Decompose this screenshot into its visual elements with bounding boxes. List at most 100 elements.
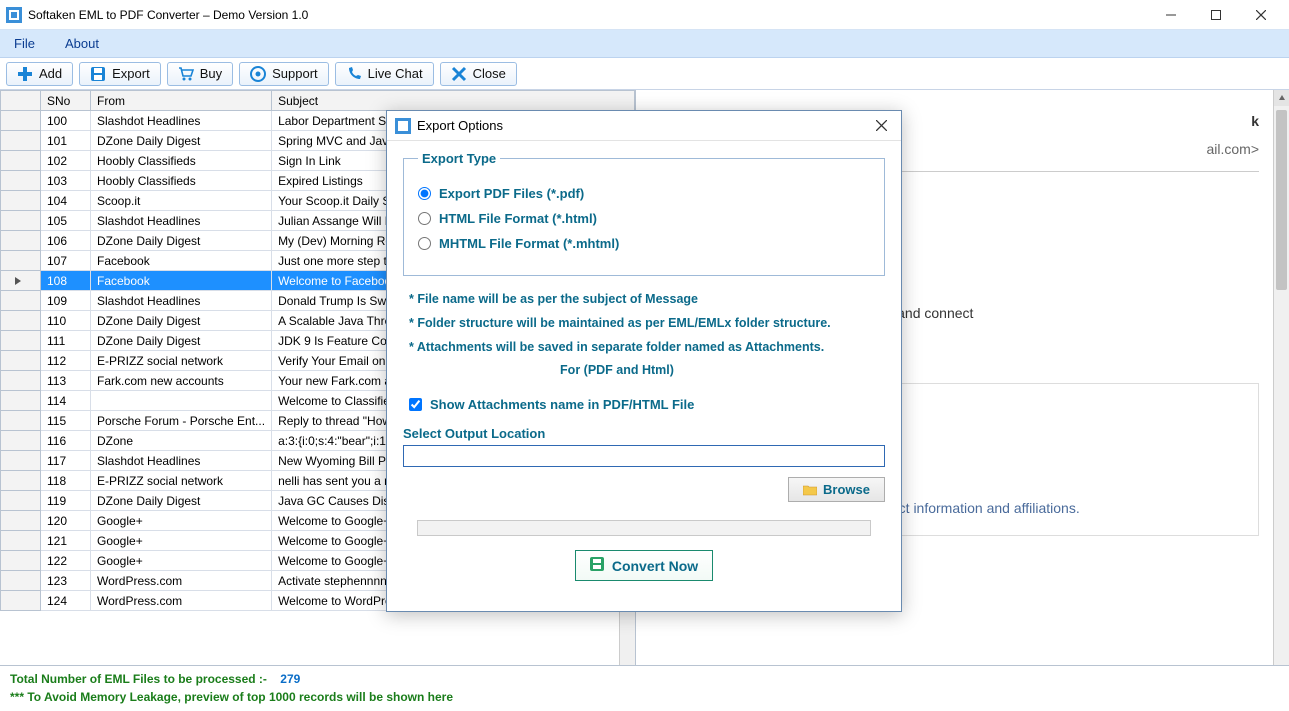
export-type-group: Export Type Export PDF Files (*.pdf) HTM… bbox=[403, 151, 885, 276]
status-total-label: Total Number of EML Files to be processe… bbox=[10, 672, 267, 686]
cell-from: Google+ bbox=[91, 551, 272, 571]
cell-sno: 122 bbox=[41, 551, 91, 571]
row-indicator bbox=[1, 451, 41, 471]
cell-sno: 100 bbox=[41, 111, 91, 131]
menu-about[interactable]: About bbox=[59, 32, 105, 55]
row-indicator bbox=[1, 311, 41, 331]
row-indicator bbox=[1, 191, 41, 211]
note-3a: * Attachments will be saved in separate … bbox=[409, 336, 885, 360]
row-indicator bbox=[1, 571, 41, 591]
export-notes: * File name will be as per the subject o… bbox=[409, 288, 885, 383]
menu-file[interactable]: File bbox=[8, 32, 41, 55]
phone-icon bbox=[346, 66, 362, 82]
cell-from bbox=[91, 391, 272, 411]
row-indicator bbox=[1, 351, 41, 371]
convert-label: Convert Now bbox=[612, 558, 698, 574]
close-icon bbox=[451, 66, 467, 82]
row-indicator bbox=[1, 131, 41, 151]
row-indicator bbox=[1, 471, 41, 491]
row-indicator bbox=[1, 111, 41, 131]
cell-sno: 101 bbox=[41, 131, 91, 151]
row-indicator bbox=[1, 271, 41, 291]
chk-show-attachments[interactable] bbox=[409, 398, 422, 411]
export-label: Export bbox=[112, 66, 150, 81]
col-subject[interactable]: Subject bbox=[272, 91, 635, 111]
row-indicator bbox=[1, 391, 41, 411]
col-sno[interactable]: SNo bbox=[41, 91, 91, 111]
export-button[interactable]: Export bbox=[79, 62, 161, 86]
dialog-titlebar[interactable]: Export Options bbox=[387, 111, 901, 141]
export-options-dialog: Export Options Export Type Export PDF Fi… bbox=[386, 110, 902, 612]
note-2: * Folder structure will be maintained as… bbox=[409, 312, 885, 336]
cell-sno: 112 bbox=[41, 351, 91, 371]
cell-sno: 115 bbox=[41, 411, 91, 431]
radio-html[interactable] bbox=[418, 212, 431, 225]
livechat-button[interactable]: Live Chat bbox=[335, 62, 434, 86]
row-indicator-header bbox=[1, 91, 41, 111]
cell-sno: 123 bbox=[41, 571, 91, 591]
scroll-up-icon[interactable] bbox=[1274, 90, 1289, 106]
dialog-close-button[interactable] bbox=[869, 114, 893, 138]
row-indicator bbox=[1, 491, 41, 511]
row-indicator bbox=[1, 431, 41, 451]
buy-button[interactable]: Buy bbox=[167, 62, 233, 86]
support-button[interactable]: Support bbox=[239, 62, 329, 86]
cell-sno: 109 bbox=[41, 291, 91, 311]
cell-sno: 103 bbox=[41, 171, 91, 191]
cell-from: Slashdot Headlines bbox=[91, 211, 272, 231]
maximize-button[interactable] bbox=[1193, 1, 1238, 29]
window-title: Softaken EML to PDF Converter – Demo Ver… bbox=[28, 8, 1148, 22]
row-indicator bbox=[1, 151, 41, 171]
convert-now-button[interactable]: Convert Now bbox=[575, 550, 713, 581]
browse-button[interactable]: Browse bbox=[788, 477, 885, 502]
minimize-button[interactable] bbox=[1148, 1, 1193, 29]
cell-from: Facebook bbox=[91, 251, 272, 271]
output-location-input[interactable] bbox=[403, 445, 885, 467]
titlebar: Softaken EML to PDF Converter – Demo Ver… bbox=[0, 0, 1289, 30]
row-indicator bbox=[1, 231, 41, 251]
close-window-button[interactable] bbox=[1238, 1, 1283, 29]
col-from[interactable]: From bbox=[91, 91, 272, 111]
cell-from: DZone Daily Digest bbox=[91, 231, 272, 251]
row-indicator bbox=[1, 551, 41, 571]
scroll-thumb[interactable] bbox=[1276, 110, 1287, 290]
support-icon bbox=[250, 66, 266, 82]
cell-sno: 105 bbox=[41, 211, 91, 231]
menubar: File About bbox=[0, 30, 1289, 58]
add-button[interactable]: Add bbox=[6, 62, 73, 86]
cell-from: Porsche Forum - Porsche Ent... bbox=[91, 411, 272, 431]
app-icon bbox=[6, 7, 22, 23]
progress-bar bbox=[417, 520, 871, 536]
cell-sno: 108 bbox=[41, 271, 91, 291]
cell-from: DZone Daily Digest bbox=[91, 491, 272, 511]
close-button[interactable]: Close bbox=[440, 62, 517, 86]
cell-from: DZone Daily Digest bbox=[91, 131, 272, 151]
cell-from: E-PRIZZ social network bbox=[91, 351, 272, 371]
cell-from: Google+ bbox=[91, 511, 272, 531]
export-type-legend: Export Type bbox=[418, 151, 500, 166]
cell-sno: 102 bbox=[41, 151, 91, 171]
preview-scrollbar[interactable] bbox=[1273, 90, 1289, 665]
radio-mhtml-label[interactable]: MHTML File Format (*.mhtml) bbox=[439, 236, 619, 251]
row-indicator bbox=[1, 531, 41, 551]
add-label: Add bbox=[39, 66, 62, 81]
note-1: * File name will be as per the subject o… bbox=[409, 288, 885, 312]
cell-sno: 106 bbox=[41, 231, 91, 251]
radio-html-label[interactable]: HTML File Format (*.html) bbox=[439, 211, 597, 226]
cell-from: Slashdot Headlines bbox=[91, 451, 272, 471]
row-indicator bbox=[1, 251, 41, 271]
row-indicator bbox=[1, 211, 41, 231]
cell-from: Slashdot Headlines bbox=[91, 111, 272, 131]
cell-sno: 111 bbox=[41, 331, 91, 351]
disk-icon bbox=[590, 557, 604, 574]
cell-sno: 121 bbox=[41, 531, 91, 551]
radio-pdf-label[interactable]: Export PDF Files (*.pdf) bbox=[439, 186, 584, 201]
cell-from: Facebook bbox=[91, 271, 272, 291]
radio-pdf[interactable] bbox=[418, 187, 431, 200]
chk-show-attachments-label[interactable]: Show Attachments name in PDF/HTML File bbox=[430, 397, 694, 412]
cell-sno: 113 bbox=[41, 371, 91, 391]
cell-from: E-PRIZZ social network bbox=[91, 471, 272, 491]
row-indicator bbox=[1, 171, 41, 191]
radio-mhtml[interactable] bbox=[418, 237, 431, 250]
close-label: Close bbox=[473, 66, 506, 81]
